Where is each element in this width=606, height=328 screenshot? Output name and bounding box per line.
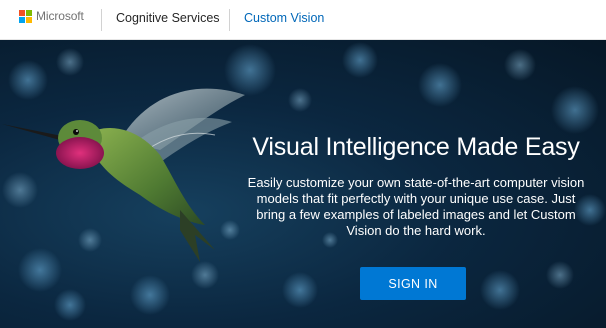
nav-link-custom-vision[interactable]: Custom Vision bbox=[244, 11, 324, 25]
hero-banner: Visual Intelligence Made Easy Easily cus… bbox=[0, 40, 606, 328]
hummingbird-illustration bbox=[2, 88, 245, 262]
microsoft-brand-name: Microsoft bbox=[36, 9, 84, 23]
hero-title: Visual Intelligence Made Easy bbox=[252, 133, 580, 161]
header-divider bbox=[101, 9, 102, 31]
header-divider bbox=[229, 9, 230, 31]
hero-subtitle: Easily customize your own state-of-the-a… bbox=[247, 175, 585, 238]
top-navigation-bar: Microsoft Cognitive Services Custom Visi… bbox=[0, 0, 606, 40]
microsoft-home-link[interactable]: Microsoft bbox=[0, 0, 95, 40]
microsoft-logo-icon bbox=[19, 10, 32, 23]
sign-in-button[interactable]: SIGN IN bbox=[360, 267, 466, 300]
nav-link-cognitive-services[interactable]: Cognitive Services bbox=[116, 11, 220, 25]
